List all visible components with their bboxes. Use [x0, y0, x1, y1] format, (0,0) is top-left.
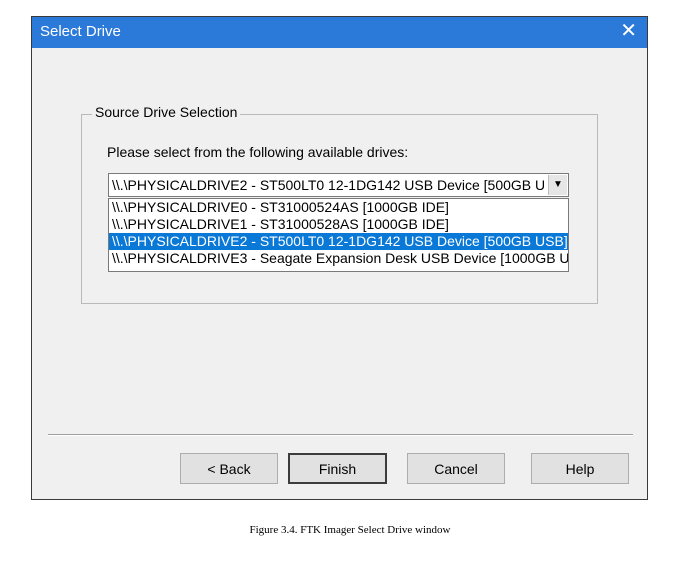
help-button[interactable]: Help	[531, 453, 629, 484]
combobox-selected-value: \\.\PHYSICALDRIVE2 - ST500LT0 12-1DG142 …	[112, 177, 544, 193]
cancel-button[interactable]: Cancel	[407, 453, 505, 484]
drive-prompt-label: Please select from the following availab…	[107, 144, 409, 160]
drive-option-1[interactable]: \\.\PHYSICALDRIVE1 - ST31000528AS [1000G…	[109, 216, 568, 233]
groupbox-legend: Source Drive Selection	[92, 104, 241, 120]
drive-option-3[interactable]: \\.\PHYSICALDRIVE3 - Seagate Expansion D…	[109, 250, 568, 267]
chevron-down-icon[interactable]: ▼	[548, 175, 567, 195]
finish-button[interactable]: Finish	[288, 453, 387, 484]
figure-caption: Figure 3.4. FTK Imager Select Drive wind…	[249, 524, 451, 536]
drive-option-0[interactable]: \\.\PHYSICALDRIVE0 - ST31000524AS [1000G…	[109, 199, 568, 216]
window-title: Select Drive	[40, 23, 121, 40]
drive-select-combobox[interactable]: \\.\PHYSICALDRIVE2 - ST500LT0 12-1DG142 …	[108, 173, 569, 197]
drive-dropdown-list: \\.\PHYSICALDRIVE0 - ST31000524AS [1000G…	[108, 198, 569, 272]
drive-option-2[interactable]: \\.\PHYSICALDRIVE2 - ST500LT0 12-1DG142 …	[109, 233, 568, 250]
close-icon[interactable]: ✕	[620, 20, 637, 42]
select-drive-dialog: Select Drive ✕ Source Drive Selection Pl…	[31, 16, 648, 500]
back-button[interactable]: < Back	[180, 453, 278, 484]
title-bar[interactable]: Select Drive ✕	[32, 17, 647, 48]
footer-divider	[48, 434, 633, 436]
